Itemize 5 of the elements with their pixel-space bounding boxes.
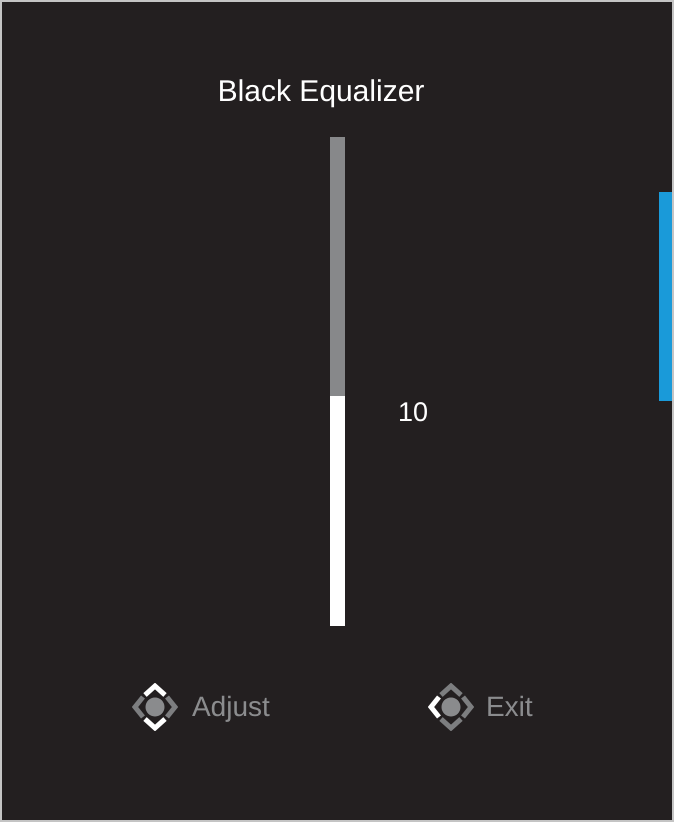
menu-title: Black Equalizer (218, 74, 424, 110)
slider-value: 10 (398, 396, 428, 428)
legend-label: Exit (486, 691, 533, 723)
slider-track[interactable] (330, 137, 345, 626)
legend-label: Adjust (192, 691, 270, 723)
